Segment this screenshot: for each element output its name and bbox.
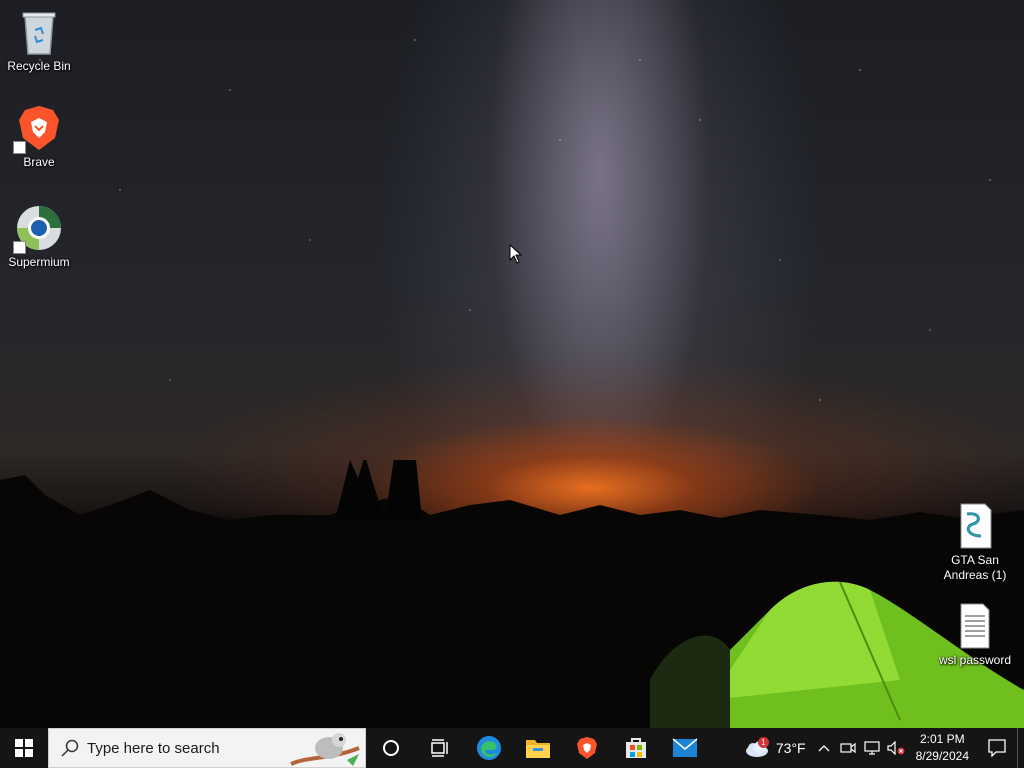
microsoft-store-taskbar-button[interactable] — [611, 728, 660, 768]
show-desktop-button[interactable] — [1017, 728, 1024, 768]
action-center-button[interactable] — [977, 728, 1017, 768]
text-file-icon — [951, 602, 999, 650]
system-tray: 1 73°F 2:01 PM 8/29/2024 — [738, 728, 1024, 768]
supermium-icon — [13, 204, 63, 254]
desktop-wallpaper[interactable]: Recycle Bin Brave Supermium GTA San Andr… — [0, 0, 1024, 728]
mail-envelope-icon — [672, 738, 697, 757]
meet-now-button[interactable] — [836, 728, 860, 768]
wsl-password-label: wsl password — [938, 653, 1012, 667]
supermium-shortcut[interactable]: Supermium — [1, 204, 77, 270]
shortcut-arrow-icon — [13, 241, 26, 254]
windows-logo-icon — [15, 739, 33, 757]
wsl-password-file[interactable]: wsl password — [937, 602, 1013, 668]
weather-widget[interactable]: 1 73°F — [738, 728, 812, 768]
store-bag-icon — [625, 738, 646, 758]
clock[interactable]: 2:01 PM 8/29/2024 — [908, 731, 977, 765]
search-icon — [61, 739, 79, 757]
cortana-icon — [382, 740, 399, 756]
recycle-bin-shortcut[interactable]: Recycle Bin — [1, 8, 77, 74]
start-button[interactable] — [0, 728, 48, 768]
recycle-bin-icon — [15, 8, 63, 56]
taskbar: Type here to search 1 73°F 2:01 PM 8/29/… — [0, 728, 1024, 768]
clock-date: 8/29/2024 — [915, 749, 969, 763]
camera-icon — [840, 742, 856, 754]
supermium-label: Supermium — [8, 255, 70, 269]
task-view-icon — [430, 739, 448, 757]
edge-icon — [476, 736, 501, 760]
network-icon — [864, 741, 880, 755]
volume-muted-icon — [887, 741, 905, 755]
network-button[interactable] — [860, 728, 884, 768]
search-placeholder: Type here to search — [87, 739, 220, 757]
show-hidden-icons-button[interactable] — [812, 728, 836, 768]
mail-taskbar-button[interactable] — [660, 728, 709, 768]
brave-icon — [13, 104, 63, 154]
weather-temperature: 73°F — [775, 740, 806, 756]
brave-taskbar-button[interactable] — [562, 728, 611, 768]
gta-san-andreas-label: GTA San Andreas (1) — [943, 553, 1007, 582]
shortcut-arrow-icon — [13, 141, 26, 154]
task-view-button[interactable] — [415, 728, 464, 768]
taskbar-search-box[interactable]: Type here to search — [48, 728, 366, 768]
chevron-up-icon — [818, 745, 830, 752]
edge-taskbar-button[interactable] — [464, 728, 513, 768]
file-explorer-taskbar-button[interactable] — [513, 728, 562, 768]
brave-shortcut[interactable]: Brave — [1, 104, 77, 170]
gta-san-andreas-shortcut[interactable]: GTA San Andreas (1) — [937, 502, 1013, 583]
clock-time: 2:01 PM — [919, 732, 965, 746]
cortana-button[interactable] — [366, 728, 415, 768]
brave-icon — [576, 737, 597, 759]
script-file-icon — [951, 502, 999, 550]
mouse-cursor-icon — [509, 244, 523, 264]
volume-button[interactable] — [884, 728, 908, 768]
notification-icon — [988, 739, 1006, 757]
recycle-bin-label: Recycle Bin — [7, 59, 71, 73]
weather-alert-badge: 1 — [757, 737, 769, 748]
search-highlight-illustration-icon — [290, 733, 360, 766]
brave-label: Brave — [23, 155, 55, 169]
folder-icon — [525, 740, 550, 758]
